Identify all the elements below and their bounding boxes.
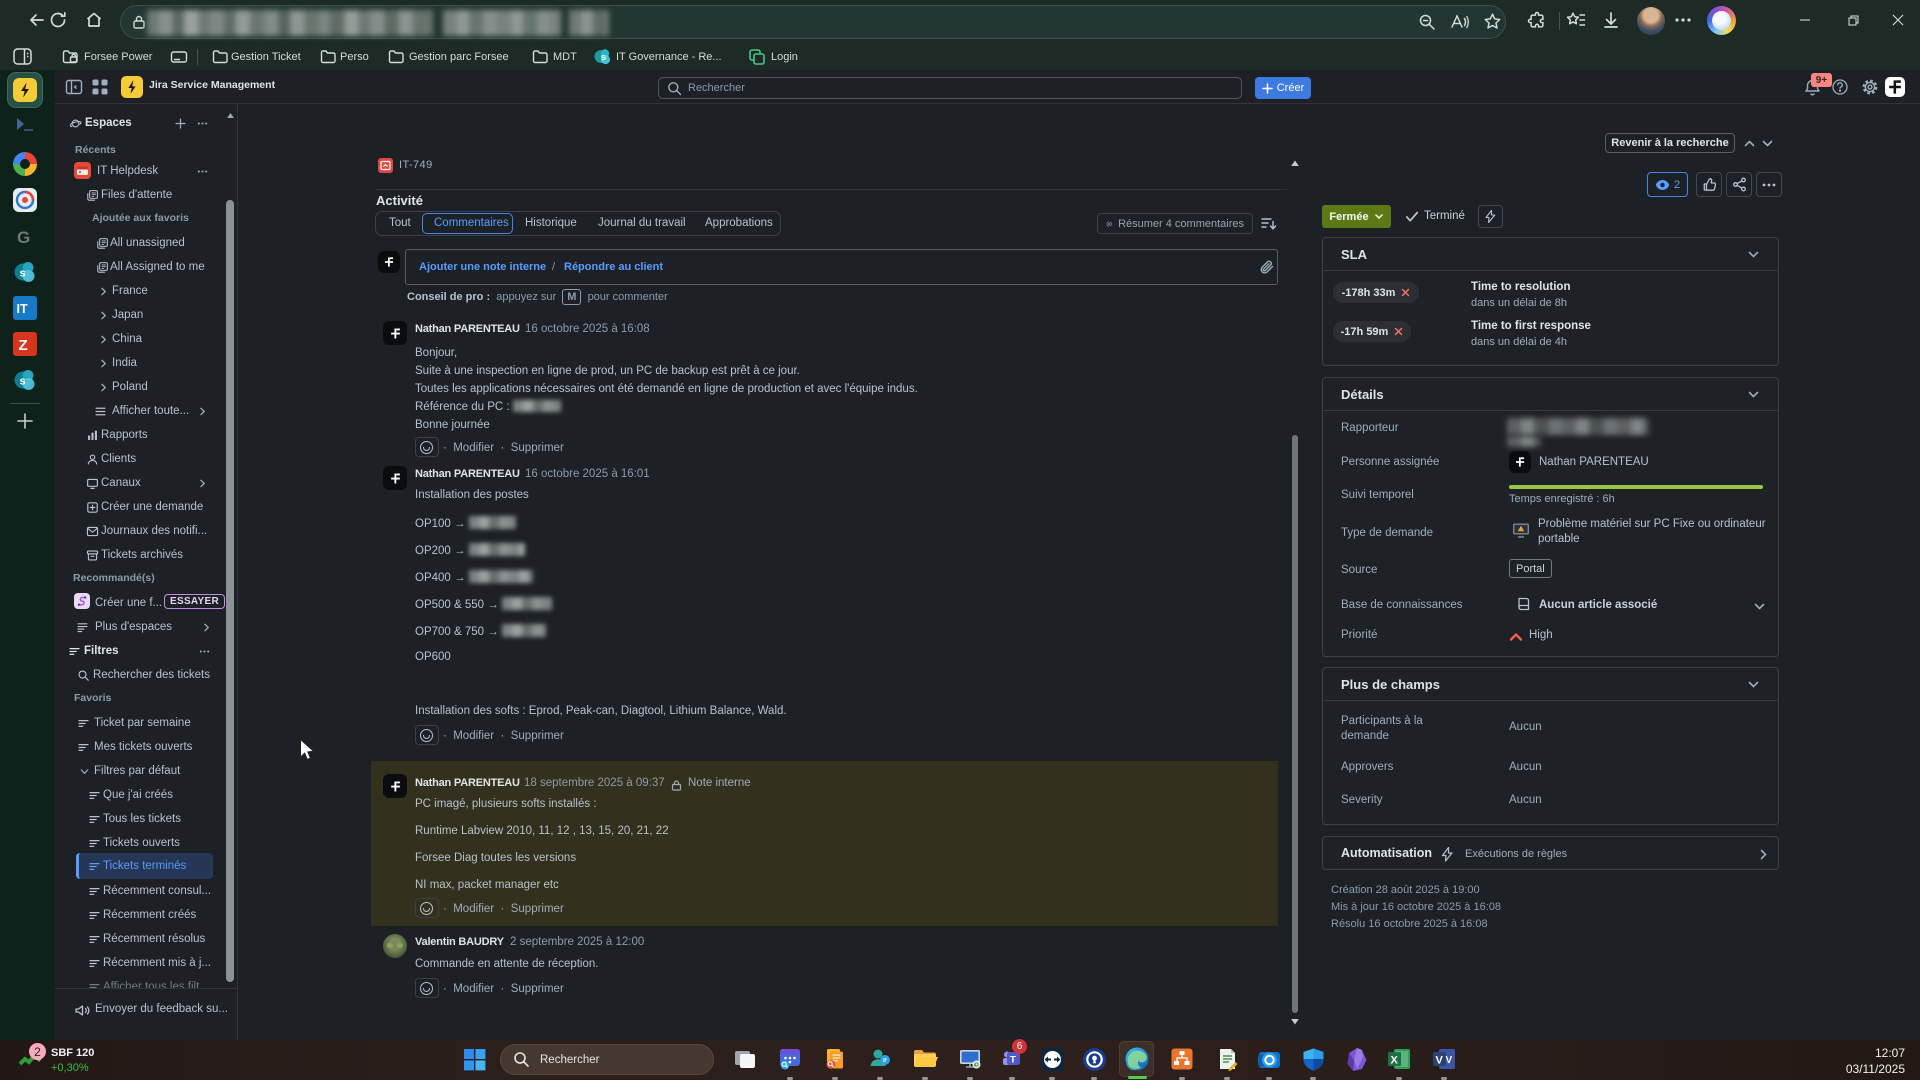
svg-text:s: s (20, 376, 26, 388)
svg-text:s: s (601, 52, 606, 63)
svg-text:V: V (1435, 1055, 1443, 1067)
svg-text:T: T (1010, 1055, 1016, 1066)
svg-text:G: G (17, 228, 30, 247)
svg-text:IT: IT (17, 302, 28, 316)
svg-text:X: X (1390, 1055, 1398, 1067)
svg-text:Z: Z (19, 337, 28, 354)
svg-text:s: s (20, 268, 26, 280)
svg-text:V: V (1445, 1055, 1452, 1066)
